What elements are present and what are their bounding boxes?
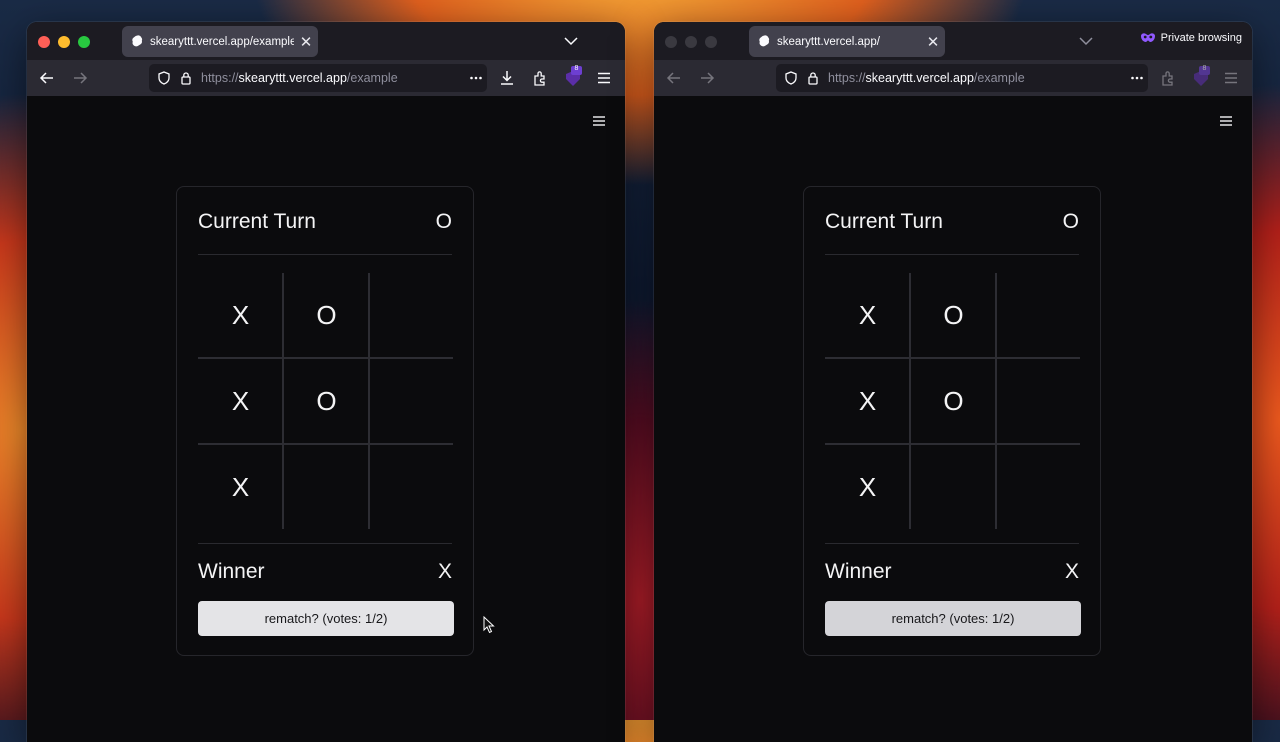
svelte-favicon-icon: [759, 35, 770, 47]
game-card: Current Turn O X O X O X Winner X rematc…: [176, 186, 474, 656]
tab-list-chevron-down-icon[interactable]: [1077, 32, 1095, 50]
download-icon[interactable]: [498, 69, 516, 87]
tab-bar: skearyttt.vercel.app/ ✕ Private browsing: [654, 22, 1252, 60]
board-cell[interactable]: [370, 445, 455, 530]
more-icon[interactable]: [469, 71, 483, 85]
page-content: Current Turn O X O X O X Winner X rematc…: [654, 96, 1252, 720]
board-cell[interactable]: X: [198, 273, 283, 358]
navigation-toolbar: https://skearyttt.vercel.app/example 8: [654, 60, 1252, 96]
rematch-button[interactable]: rematch? (votes: 1/2): [825, 601, 1081, 636]
lock-icon[interactable]: [806, 71, 820, 85]
close-window-button[interactable]: [665, 36, 677, 48]
board-cell[interactable]: [370, 359, 455, 444]
browser-window-left: skearyttt.vercel.app/example ✕ https://s…: [27, 22, 625, 742]
current-turn-value: O: [1062, 210, 1079, 233]
current-turn-value: O: [435, 210, 452, 233]
extensions-icon[interactable]: [531, 69, 549, 87]
shield-icon[interactable]: [784, 71, 798, 85]
board-cell[interactable]: X: [825, 273, 910, 358]
tic-tac-toe-board: X O X O X: [825, 273, 1080, 529]
board-cell[interactable]: X: [825, 445, 910, 530]
app-menu-hamburger-icon[interactable]: [595, 69, 613, 87]
board-cell[interactable]: [911, 445, 996, 530]
url-text: https://skearyttt.vercel.app/example: [201, 71, 398, 85]
board-cell[interactable]: O: [911, 273, 996, 358]
current-turn-label: Current Turn: [825, 210, 943, 233]
tab-bar: skearyttt.vercel.app/example ✕: [27, 22, 625, 60]
app-menu-hamburger-icon[interactable]: [1222, 69, 1240, 87]
shield-icon[interactable]: [157, 71, 171, 85]
tab-title: skearyttt.vercel.app/: [777, 35, 880, 48]
zoom-window-button[interactable]: [705, 36, 717, 48]
board-cell[interactable]: X: [198, 359, 283, 444]
url-text: https://skearyttt.vercel.app/example: [828, 71, 1025, 85]
board-cell[interactable]: [284, 445, 369, 530]
navigation-toolbar: https://skearyttt.vercel.app/example 8: [27, 60, 625, 96]
private-browsing-indicator: Private browsing: [1140, 32, 1242, 44]
browser-window-right: skearyttt.vercel.app/ ✕ Private browsing…: [654, 22, 1252, 742]
minimize-window-button[interactable]: [58, 36, 70, 48]
board-cell[interactable]: [997, 359, 1082, 444]
url-bar[interactable]: https://skearyttt.vercel.app/example: [776, 64, 1148, 92]
extension-shield-icon[interactable]: 8: [564, 65, 582, 86]
board-cell[interactable]: [997, 273, 1082, 358]
board-cell[interactable]: O: [284, 273, 369, 358]
board-cell[interactable]: X: [825, 359, 910, 444]
board-cell[interactable]: O: [284, 359, 369, 444]
forward-arrow-icon[interactable]: [698, 69, 716, 87]
window-controls: [38, 36, 90, 48]
forward-arrow-icon[interactable]: [71, 69, 89, 87]
back-arrow-icon[interactable]: [665, 69, 683, 87]
hamburger-menu-icon[interactable]: [1220, 116, 1232, 126]
back-arrow-icon[interactable]: [38, 69, 56, 87]
extension-badge-count: 8: [1202, 65, 1207, 72]
minimize-window-button[interactable]: [685, 36, 697, 48]
browser-tab[interactable]: skearyttt.vercel.app/ ✕: [749, 26, 945, 57]
close-window-button[interactable]: [38, 36, 50, 48]
private-mask-icon: [1140, 33, 1155, 42]
lock-icon[interactable]: [179, 71, 193, 85]
winner-label: Winner: [198, 560, 265, 583]
more-icon[interactable]: [1130, 71, 1144, 85]
winner-value: X: [1064, 560, 1079, 583]
tab-title: skearyttt.vercel.app/example: [150, 35, 294, 48]
divider: [198, 254, 452, 255]
tic-tac-toe-board: X O X O X: [198, 273, 453, 529]
winner-value: X: [437, 560, 452, 583]
tab-list-chevron-down-icon[interactable]: [562, 32, 580, 50]
browser-tab[interactable]: skearyttt.vercel.app/example ✕: [122, 26, 318, 57]
current-turn-label: Current Turn: [198, 210, 316, 233]
board-cell[interactable]: O: [911, 359, 996, 444]
extensions-icon[interactable]: [1159, 69, 1177, 87]
extension-badge-count: 8: [574, 65, 579, 72]
divider: [825, 543, 1079, 544]
close-tab-icon[interactable]: ✕: [921, 33, 945, 51]
svelte-favicon-icon: [132, 35, 143, 47]
window-controls: [665, 36, 717, 48]
url-bar[interactable]: https://skearyttt.vercel.app/example: [149, 64, 487, 92]
divider: [198, 543, 452, 544]
winner-label: Winner: [825, 560, 892, 583]
hamburger-menu-icon[interactable]: [593, 116, 605, 126]
divider: [825, 254, 1079, 255]
board-cell[interactable]: X: [198, 445, 283, 530]
private-browsing-label: Private browsing: [1160, 32, 1242, 44]
board-cell[interactable]: [370, 273, 455, 358]
page-content: Current Turn O X O X O X Winner X rematc…: [27, 96, 625, 720]
extension-shield-icon[interactable]: 8: [1192, 65, 1210, 86]
rematch-button[interactable]: rematch? (votes: 1/2): [198, 601, 454, 636]
close-tab-icon[interactable]: ✕: [294, 33, 318, 51]
mouse-cursor-icon: [483, 616, 495, 634]
game-card: Current Turn O X O X O X Winner X rematc…: [803, 186, 1101, 656]
zoom-window-button[interactable]: [78, 36, 90, 48]
board-cell[interactable]: [997, 445, 1082, 530]
